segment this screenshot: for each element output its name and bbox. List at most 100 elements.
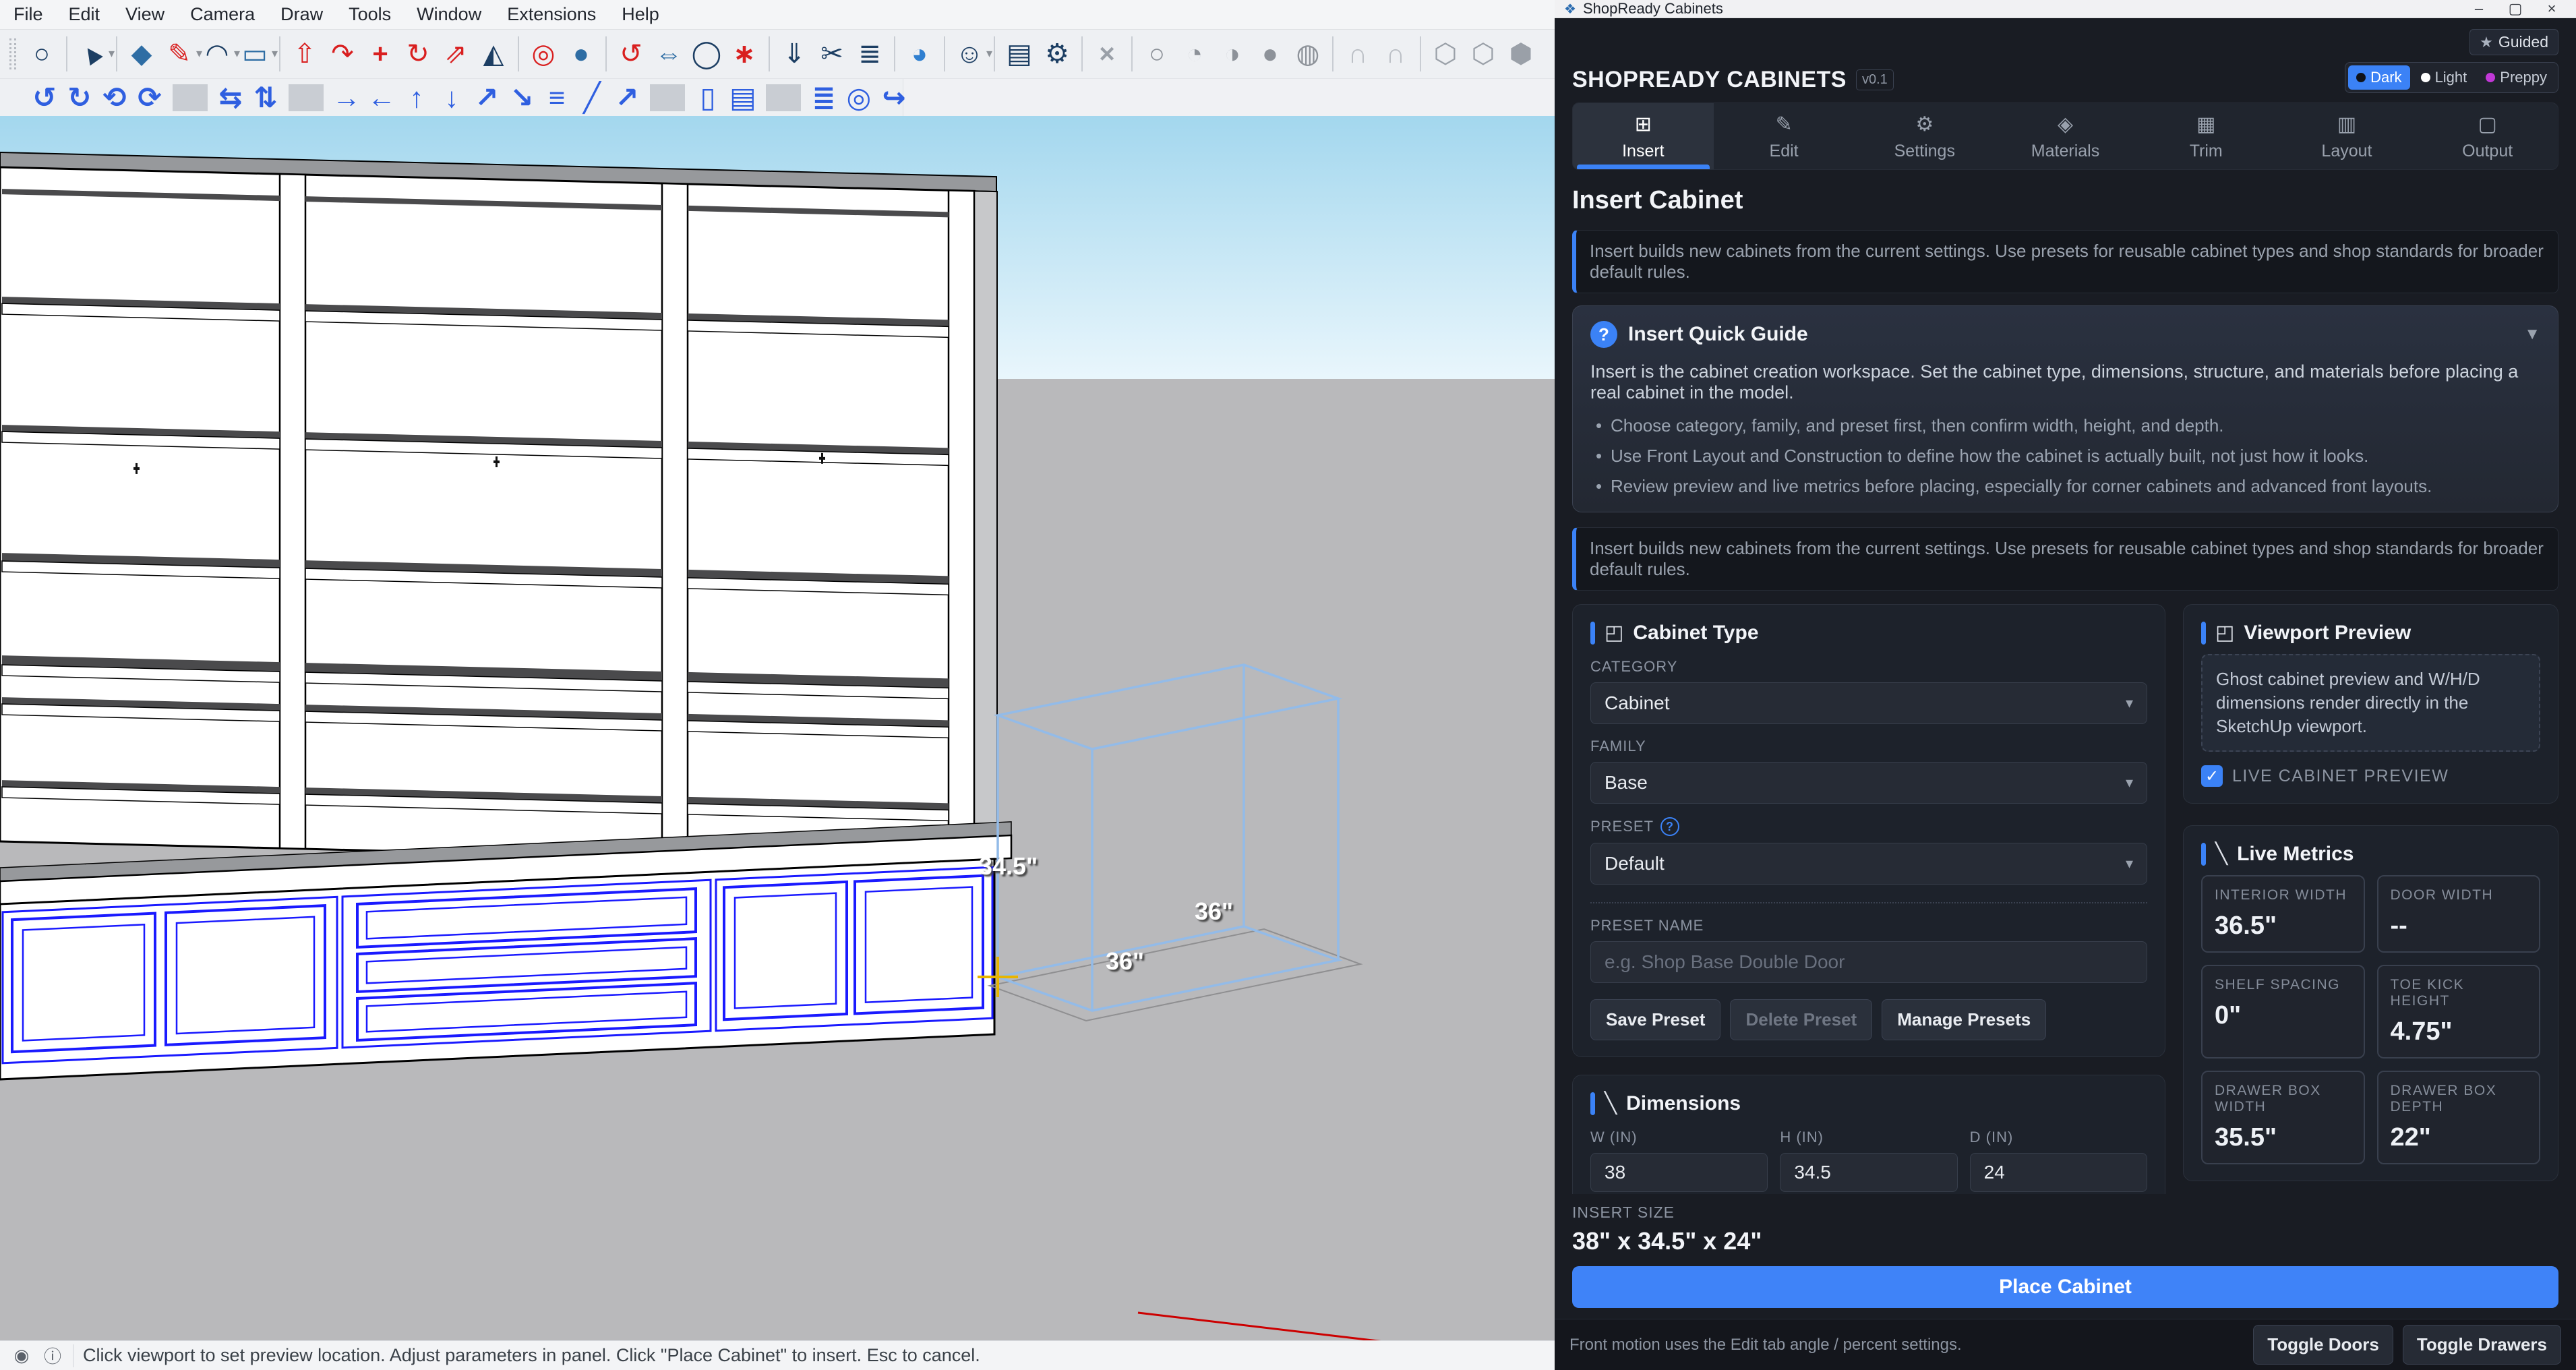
menu-item[interactable]: Draw: [280, 4, 323, 25]
dimension-input[interactable]: 38: [1590, 1153, 1768, 1192]
guided-button[interactable]: ★ Guided: [2469, 29, 2558, 55]
tab-output[interactable]: ▢ Output: [2417, 103, 2558, 169]
collapse-arrow-icon[interactable]: ▼: [2524, 325, 2540, 344]
colors-icon[interactable]: ◕ ▾: [901, 35, 938, 73]
soften-level-3-icon[interactable]: ● ▾: [1251, 35, 1289, 73]
orbit-tool[interactable]: ↺ ▾: [612, 35, 650, 73]
tab-settings[interactable]: ⚙ Settings: [1854, 103, 1995, 169]
menu-item[interactable]: Extensions: [507, 4, 596, 25]
manage-presets-button[interactable]: Manage Presets: [1882, 999, 2046, 1040]
preset-select[interactable]: Default ▾: [1590, 843, 2147, 885]
dimension-input[interactable]: 34.5: [1780, 1153, 1957, 1192]
panel-title-bar[interactable]: ❖ ShopReady Cabinets – ▢ ×: [1555, 0, 2576, 18]
arrow-down-right-icon[interactable]: ↘: [504, 82, 539, 113]
hex-box-icon[interactable]: ⬡ ▾: [1427, 35, 1464, 73]
rotate-tool[interactable]: ↻ ▾: [399, 35, 437, 73]
dropdown-caret-icon[interactable]: ▾: [272, 47, 278, 59]
soften-level-1-icon[interactable]: ◔ ▾: [1176, 35, 1214, 73]
tab-layout[interactable]: ▥ Layout: [2277, 103, 2418, 169]
delete-preset-button[interactable]: Delete Preset: [1730, 999, 1872, 1040]
tab-edit[interactable]: ✎ Edit: [1714, 103, 1855, 169]
menu-item[interactable]: Tools: [349, 4, 391, 25]
dropdown-caret-icon[interactable]: ▾: [109, 47, 115, 59]
pin-icon[interactable]: ◎: [841, 82, 876, 113]
arrow-ne-icon[interactable]: ↗: [609, 82, 645, 113]
family-select[interactable]: Base ▾: [1590, 762, 2147, 804]
redo-curve-icon[interactable]: ↪: [876, 82, 911, 113]
arrow-up-icon[interactable]: ↑: [399, 82, 434, 113]
save-preset-button[interactable]: Save Preset: [1590, 999, 1720, 1040]
eraser-tool[interactable]: ◆ ▾: [123, 35, 160, 73]
bookshelf-upper[interactable]: [0, 152, 997, 866]
soften-level-4-icon[interactable]: ◍ ▾: [1289, 35, 1327, 73]
move-tool[interactable]: + ▾: [361, 35, 399, 73]
align-lines-icon[interactable]: ≡: [539, 82, 574, 113]
close-x-icon[interactable]: × ▾: [1088, 35, 1126, 73]
drawer-stack-icon[interactable]: ▤: [725, 82, 760, 113]
menu-item[interactable]: View: [125, 4, 164, 25]
base-cabinets-selected[interactable]: [0, 822, 1011, 1079]
folder-icon[interactable]: ▤ ▾: [1000, 35, 1038, 73]
menu-item[interactable]: Edit: [69, 4, 100, 25]
magnet-alt-icon[interactable]: ∩ ▾: [1377, 35, 1414, 73]
arrow-up-right-icon[interactable]: ↗: [469, 82, 504, 113]
pan-tool[interactable]: ⇔ ▾: [650, 35, 688, 73]
theme-light[interactable]: Light: [2413, 65, 2476, 90]
zoom-extents-tool[interactable]: ∗ ▾: [725, 35, 763, 73]
menu-item[interactable]: File: [13, 4, 43, 25]
category-select[interactable]: Cabinet ▾: [1590, 682, 2147, 724]
purge-icon[interactable]: ✂ ▾: [813, 35, 851, 73]
dimension-input[interactable]: 24: [1970, 1153, 2147, 1192]
pencil-tool[interactable]: ✎ ▾: [160, 35, 198, 73]
tab-trim[interactable]: ▦ Trim: [2136, 103, 2277, 169]
gear-icon[interactable]: ⚙ ▾: [1038, 35, 1076, 73]
zoom-tool[interactable]: ○ ▾: [23, 35, 61, 73]
hex-print-icon[interactable]: ⬢ ▾: [1502, 35, 1540, 73]
tab-materials[interactable]: ◈ Materials: [1995, 103, 2136, 169]
menu-item[interactable]: Camera: [190, 4, 255, 25]
swap-horizontal-icon[interactable]: ⇆: [213, 82, 248, 113]
menu-item[interactable]: Help: [622, 4, 659, 25]
followme-tool[interactable]: ↷ ▾: [324, 35, 361, 73]
arc-tool[interactable]: ◠ ▾: [198, 35, 236, 73]
soften-level-0-icon[interactable]: ○ ▾: [1138, 35, 1176, 73]
paint-bucket-tool[interactable]: ● ▾: [562, 35, 600, 73]
rotate-cw-alt-icon[interactable]: ⟳: [132, 82, 167, 113]
select-tool[interactable]: ▲ ▾: [73, 35, 111, 73]
tab-insert[interactable]: ⊞ Insert: [1573, 103, 1714, 169]
rotate-left-icon[interactable]: ↺: [27, 82, 62, 113]
magnet-icon[interactable]: ∩ ▾: [1339, 35, 1377, 73]
scale-tool[interactable]: ⇗ ▾: [437, 35, 475, 73]
hex-cloud-icon[interactable]: ⬡ ▾: [1464, 35, 1502, 73]
list-panel-icon[interactable]: ≣: [806, 82, 841, 113]
help-info-icon[interactable]: ⓘ: [42, 1345, 63, 1367]
toggle-drawers-button[interactable]: Toggle Drawers: [2403, 1325, 2561, 1365]
geolocation-icon[interactable]: ◉: [11, 1345, 32, 1367]
theme-dark[interactable]: Dark: [2348, 65, 2409, 90]
door-icon[interactable]: ▯: [690, 82, 725, 113]
zoom-window-tool[interactable]: ◯ ▾: [688, 35, 725, 73]
pushpull-tool[interactable]: ⇧ ▾: [286, 35, 324, 73]
offset-tool[interactable]: ◎ ▾: [525, 35, 562, 73]
viewport-canvas[interactable]: 34.5" 36" 36": [0, 116, 1555, 1340]
measure-diagonal-icon[interactable]: ╱: [574, 82, 609, 113]
menu-item[interactable]: Window: [417, 4, 481, 25]
place-cabinet-button[interactable]: Place Cabinet: [1572, 1266, 2558, 1308]
dropdown-caret-icon[interactable]: ▾: [986, 47, 992, 59]
maximize-button[interactable]: ▢: [2500, 0, 2530, 18]
soften-level-2-icon[interactable]: ◑ ▾: [1214, 35, 1251, 73]
preset-name-input[interactable]: e.g. Shop Base Double Door: [1590, 941, 2147, 983]
quick-guide-header[interactable]: ? Insert Quick Guide ▼: [1590, 321, 2540, 348]
live-preview-checkbox[interactable]: ✓: [2201, 765, 2223, 787]
rotate-ccw-alt-icon[interactable]: ⟲: [97, 82, 132, 113]
arrow-left-icon[interactable]: ←: [364, 82, 399, 113]
toggle-doors-button[interactable]: Toggle Doors: [2253, 1325, 2393, 1365]
arrow-down-icon[interactable]: ↓: [434, 82, 469, 113]
account-avatar[interactable]: ☺ ▾: [951, 35, 988, 73]
swap-vertical-icon[interactable]: ⇅: [248, 82, 283, 113]
flip-tool[interactable]: ◭ ▾: [475, 35, 512, 73]
theme-preppy[interactable]: Preppy: [2478, 65, 2555, 90]
rotate-right-icon[interactable]: ↻: [62, 82, 97, 113]
preset-help-icon[interactable]: ?: [1660, 817, 1679, 836]
close-button[interactable]: ×: [2537, 0, 2567, 18]
